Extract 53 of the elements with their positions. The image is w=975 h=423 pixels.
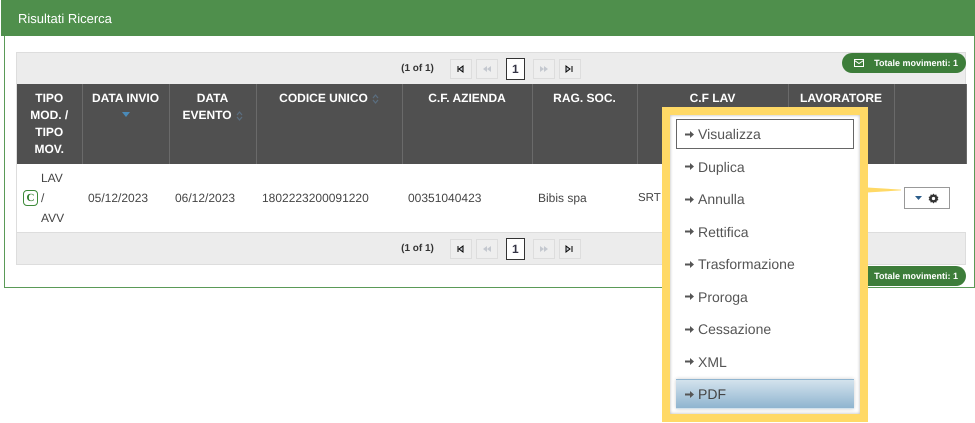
page-button[interactable]: 1 <box>506 58 525 80</box>
sort-icon[interactable] <box>236 110 243 121</box>
column-header: TIPO MOD. / TIPO MOV. <box>30 91 68 156</box>
skip-first-icon <box>456 64 466 72</box>
column-header: DATA INVIO <box>92 91 160 105</box>
column-header: CODICE UNICO <box>279 91 368 105</box>
skip-first-icon <box>456 244 466 252</box>
sort-icon[interactable] <box>372 94 379 104</box>
skip-last-icon <box>564 244 575 252</box>
column-header: C.F. AZIENDA <box>428 91 506 105</box>
arrow-right-icon <box>685 260 694 268</box>
menu-item[interactable]: Visualizza <box>676 119 854 149</box>
menu-item[interactable]: Duplica <box>676 152 854 182</box>
menu-item[interactable]: XML <box>676 346 854 376</box>
table-cell-text: LAV / AVV <box>41 170 63 227</box>
page-button[interactable]: 1 <box>506 238 525 260</box>
page-info: (1 of 1) <box>401 63 434 74</box>
arrow-right-icon <box>685 293 694 300</box>
fast-forward-icon <box>538 244 549 252</box>
panel-title: Risultati Ricerca <box>1 0 975 36</box>
table-cell: Bibis spa <box>538 191 587 205</box>
arrow-right-icon <box>685 390 694 398</box>
status-tag: C <box>23 190 38 206</box>
menu-item[interactable]: Rettifica <box>676 216 854 246</box>
menu-item[interactable]: Annulla <box>676 184 854 214</box>
gear-icon <box>928 192 939 204</box>
table-cell: 1802223200091220 <box>262 191 369 205</box>
table-cell: SRT <box>638 192 661 204</box>
envelope-icon <box>854 59 864 67</box>
page-info: (1 of 1) <box>401 243 434 254</box>
column-header: DATA EVENTO <box>182 91 232 122</box>
table-cell: 00351040423 <box>408 191 482 205</box>
arrow-right-icon <box>685 130 694 138</box>
menu-item[interactable]: PDF <box>676 379 854 409</box>
column-header: C.F LAV <box>690 91 736 105</box>
column-header: LAVORATORE <box>800 91 882 105</box>
column-header: RAG. SOC. <box>553 91 616 105</box>
menu-item[interactable]: Cessazione <box>676 314 854 344</box>
table-cell: 06/12/2023 <box>175 191 236 205</box>
skip-last-icon <box>564 64 575 72</box>
sort-descending-icon[interactable] <box>122 112 130 117</box>
arrow-right-icon <box>685 228 694 235</box>
caret-icon <box>915 196 922 200</box>
rewind-icon <box>482 244 492 252</box>
total-badge: Totale movimenti: 1 <box>842 53 966 73</box>
arrow-right-icon <box>685 358 694 365</box>
arrow-right-icon <box>685 326 694 332</box>
arrow-right-icon <box>685 196 694 202</box>
actions-button[interactable] <box>904 187 950 209</box>
arrow-right-icon <box>685 163 694 170</box>
fast-forward-icon <box>538 64 549 72</box>
table-cell: 05/12/2023 <box>88 191 148 205</box>
rewind-icon <box>482 64 492 72</box>
